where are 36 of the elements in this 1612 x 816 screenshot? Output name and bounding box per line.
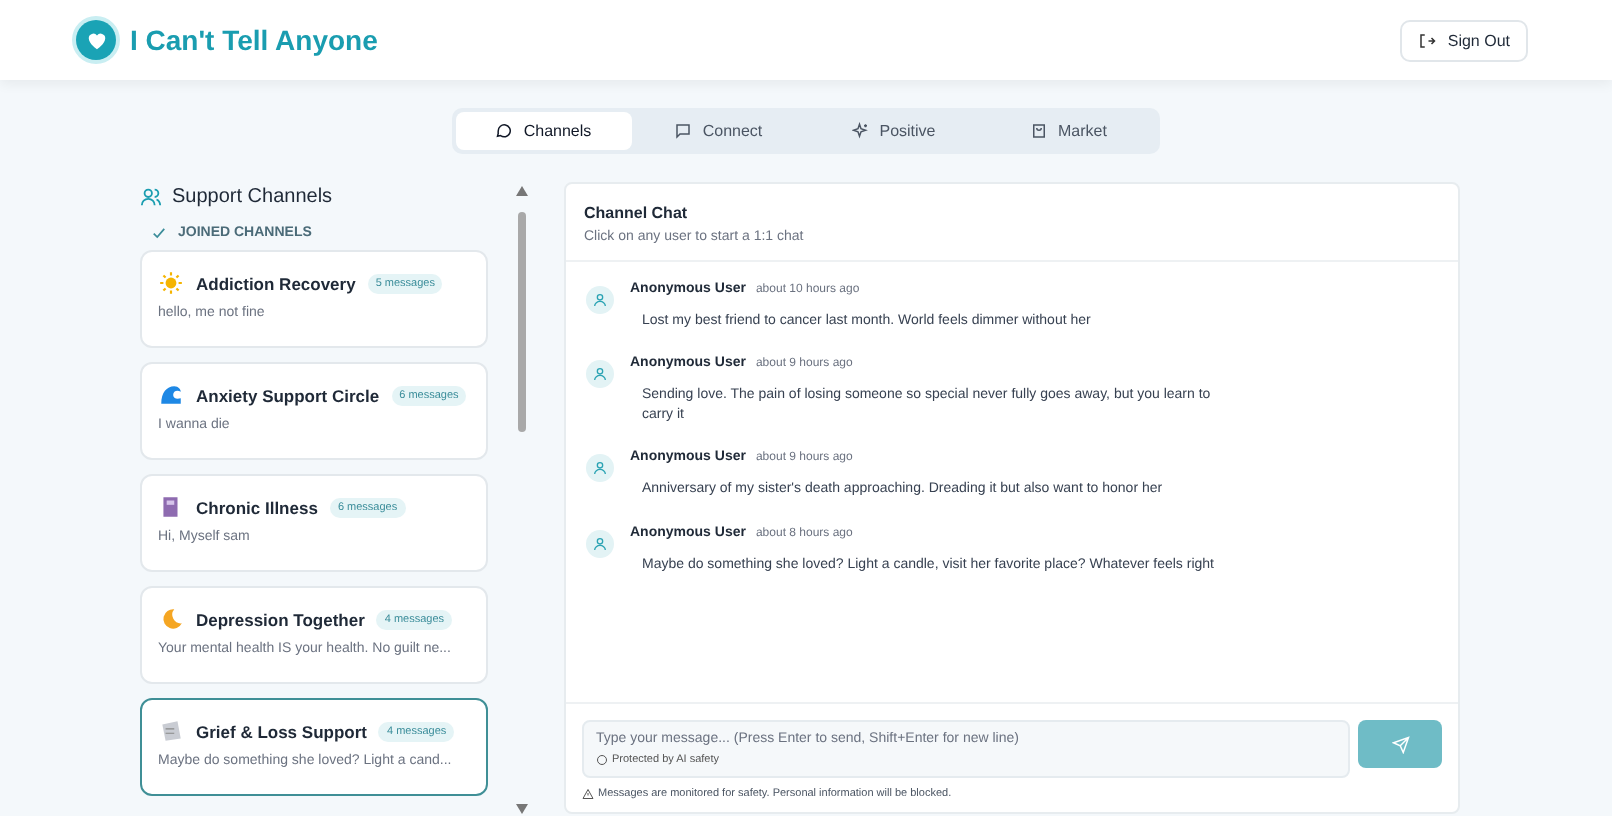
users-icon xyxy=(140,185,162,207)
channel-name: Grief & Loss Support xyxy=(196,721,367,741)
tab-icon xyxy=(495,122,514,140)
channel-icon xyxy=(158,270,184,296)
scroll-down-icon[interactable] xyxy=(516,804,528,814)
channel-icon xyxy=(158,718,184,744)
sidebar-title: Support Channels xyxy=(172,185,333,207)
scroll-up-icon[interactable] xyxy=(516,186,528,196)
channel-icon xyxy=(158,382,184,408)
app-title: I Can't Tell Anyone xyxy=(130,24,378,56)
warning-icon xyxy=(582,788,594,800)
user-avatar-icon[interactable] xyxy=(586,360,614,389)
nav-tab[interactable]: Positive xyxy=(806,112,981,150)
scrollbar[interactable] xyxy=(516,186,528,814)
heart-logo-icon xyxy=(76,20,116,60)
user-avatar-icon[interactable] xyxy=(586,286,614,314)
user-avatar-icon[interactable] xyxy=(586,454,614,483)
sign-out-icon xyxy=(1417,31,1436,49)
channel-name: Depression Together xyxy=(196,609,365,629)
tab-icon xyxy=(851,122,870,140)
send-icon xyxy=(1391,735,1409,753)
nav-tab[interactable]: Market xyxy=(981,112,1156,150)
channel-icon xyxy=(158,606,184,632)
chat-title: Channel Chat xyxy=(584,204,690,222)
channel-name: Chronic Illness xyxy=(196,497,318,517)
tab-icon xyxy=(1030,122,1049,140)
channel-name: Anxiety Support Circle xyxy=(196,385,380,405)
user-avatar-icon[interactable] xyxy=(586,529,614,558)
tab-icon xyxy=(674,122,693,140)
channel-icon xyxy=(158,494,184,520)
nav-tab[interactable]: Connect xyxy=(631,112,806,150)
check-icon xyxy=(152,226,166,240)
send-button[interactable] xyxy=(1358,720,1442,768)
nav-tab[interactable]: Channels xyxy=(456,112,631,150)
sign-out-button[interactable]: Sign Out xyxy=(1399,19,1528,61)
channel-name: Addiction Recovery xyxy=(196,273,356,293)
